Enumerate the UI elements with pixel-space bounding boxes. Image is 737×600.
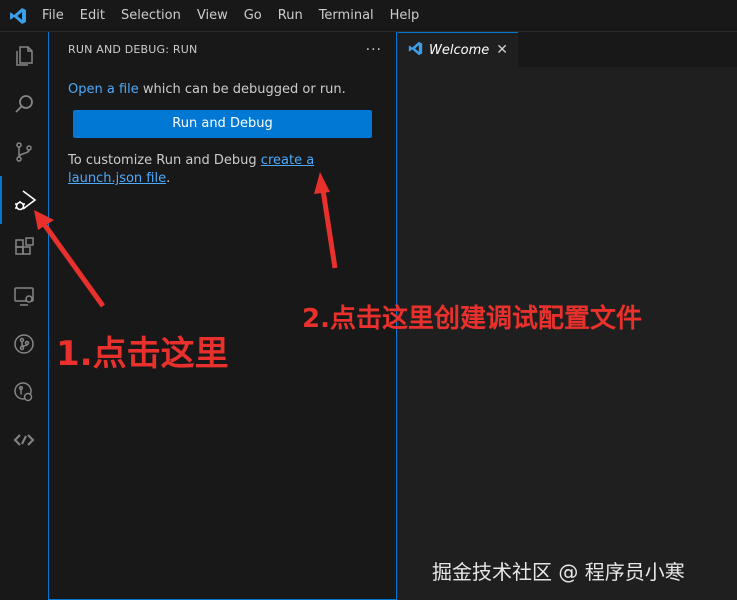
files-icon[interactable] (0, 32, 48, 80)
menu-edit[interactable]: Edit (80, 8, 105, 23)
editor-tab-bar: Welcome ✕ (398, 32, 737, 67)
sidebar-title: RUN AND DEBUG: RUN (68, 43, 198, 56)
watermark: 掘金技术社区 @ 程序员小寒 (432, 560, 685, 584)
open-file-rest: which can be debugged or run. (138, 82, 346, 97)
menu-file[interactable]: File (42, 8, 64, 23)
more-actions-icon[interactable]: ··· (366, 42, 382, 58)
remote-explorer-icon[interactable] (0, 272, 48, 320)
source-control-icon[interactable] (0, 128, 48, 176)
annotation-step1: 1.点击这里 (56, 334, 229, 374)
run-debug-icon[interactable] (0, 176, 48, 224)
open-file-message: Open a file which can be debugged or run… (49, 67, 396, 99)
live-share-icon[interactable] (0, 416, 48, 464)
tab-welcome-label: Welcome (429, 42, 490, 58)
git-graph-icon[interactable] (0, 320, 48, 368)
menu-run[interactable]: Run (278, 8, 303, 23)
menu-go[interactable]: Go (244, 8, 262, 23)
annotation-step2: 2.点击这里创建调试配置文件 (302, 304, 642, 334)
customize-message: To customize Run and Debug create a laun… (49, 138, 396, 188)
activity-bar (0, 32, 48, 600)
menu-selection[interactable]: Selection (121, 8, 181, 23)
run-and-debug-button[interactable]: Run and Debug (73, 110, 372, 138)
testing-icon[interactable] (0, 368, 48, 416)
close-icon[interactable]: ✕ (496, 42, 508, 58)
tab-welcome[interactable]: Welcome ✕ (398, 32, 518, 67)
sidebar-header: RUN AND DEBUG: RUN ··· (49, 32, 396, 67)
vscode-tab-icon (408, 41, 423, 60)
vscode-logo-icon (8, 6, 28, 26)
customize-text: To customize Run and Debug (68, 153, 261, 168)
open-file-link[interactable]: Open a file (68, 82, 139, 97)
extensions-icon[interactable] (0, 224, 48, 272)
customize-period: . (166, 171, 171, 186)
menu-help[interactable]: Help (390, 8, 420, 23)
menu-view[interactable]: View (197, 8, 228, 23)
menu-bar: File Edit Selection View Go Run Terminal… (0, 0, 737, 32)
search-icon[interactable] (0, 80, 48, 128)
menu-terminal[interactable]: Terminal (319, 8, 374, 23)
